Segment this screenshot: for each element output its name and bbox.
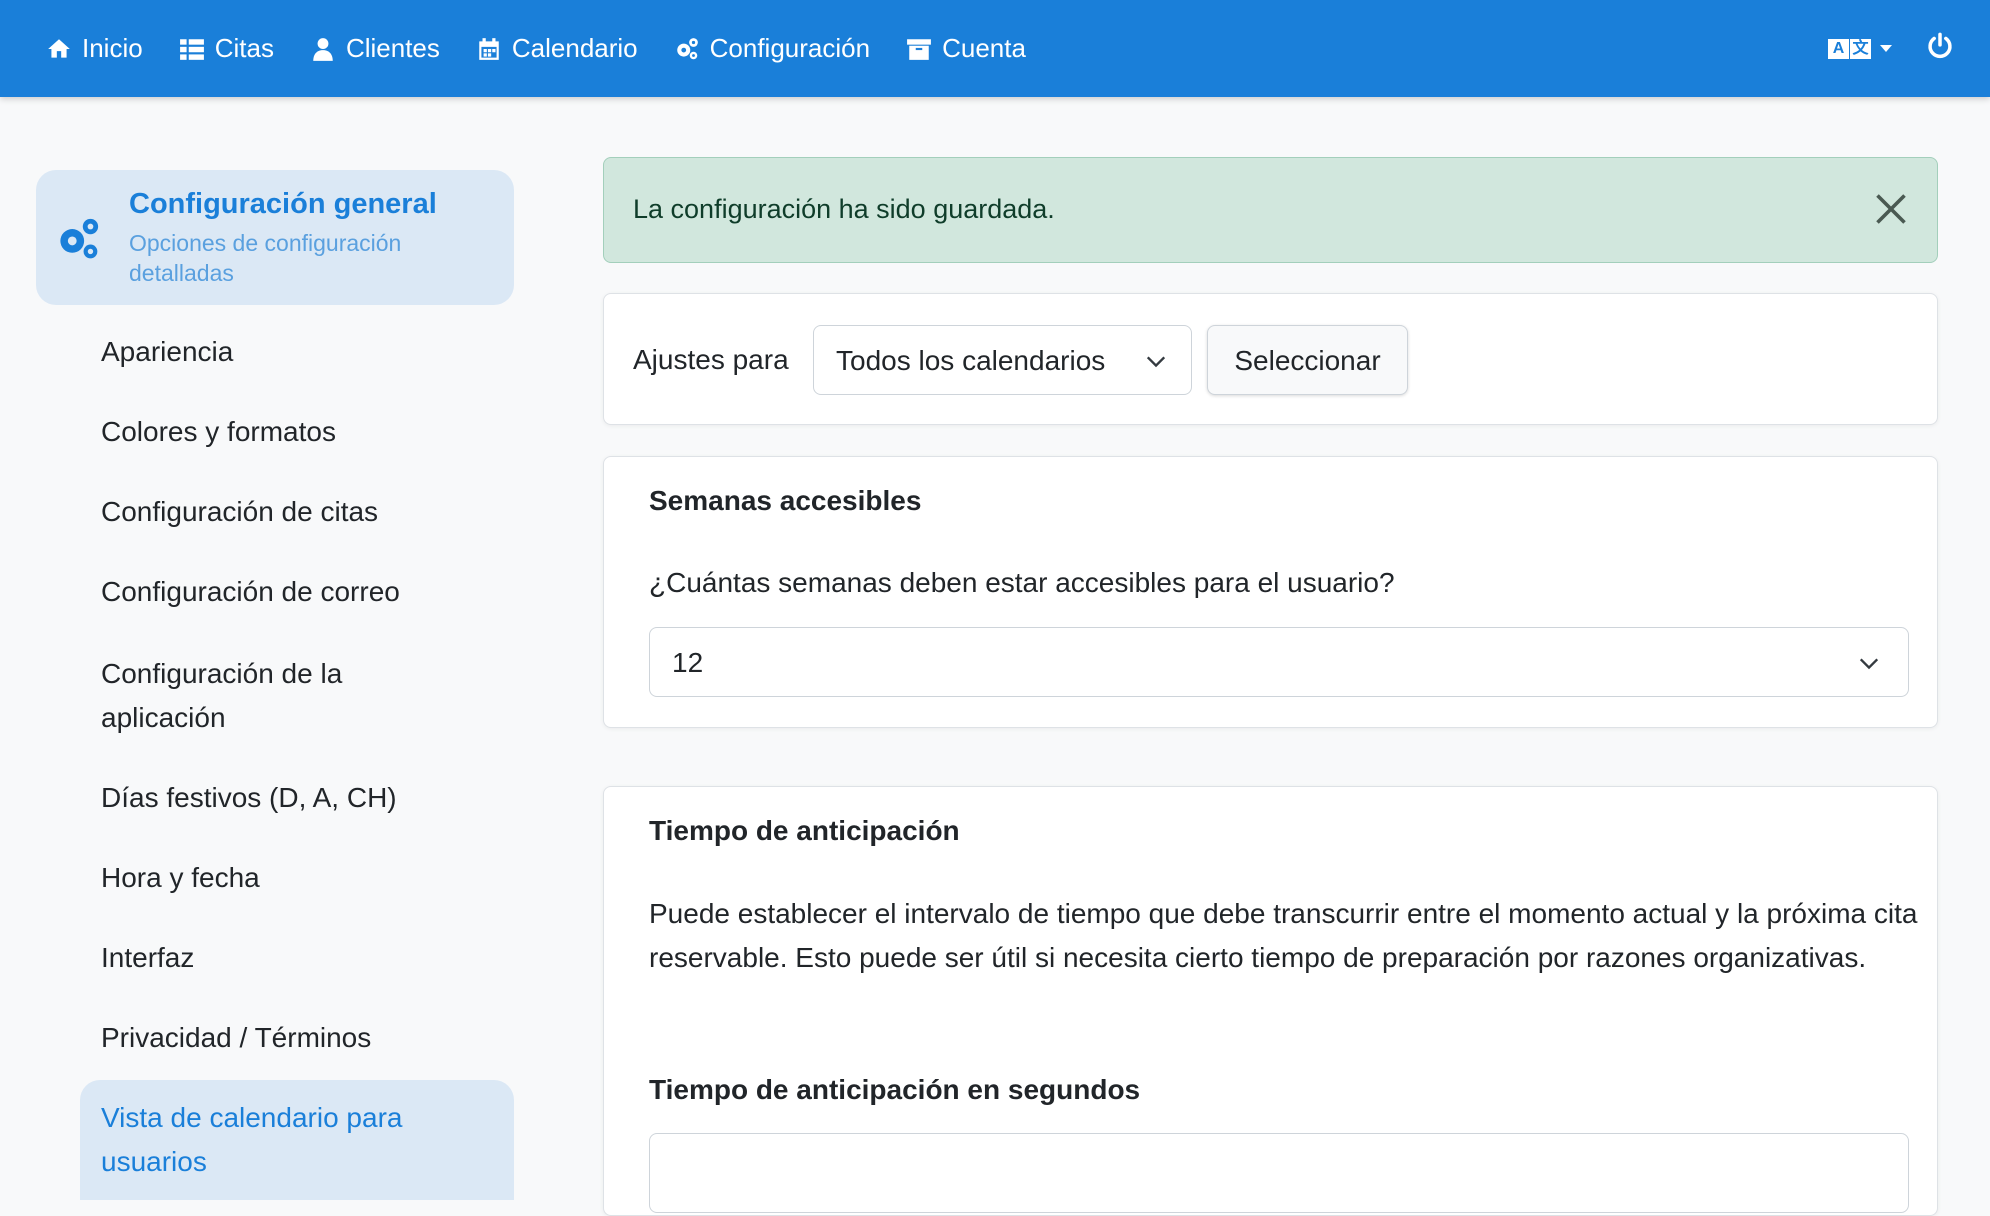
- nav-citas-label: Citas: [214, 33, 274, 63]
- nav-configuracion-label: Configuración: [709, 33, 871, 63]
- alert-message: La configuración ha sido guardada.: [633, 194, 1055, 224]
- sidebar-header: Configuración general Opciones de config…: [36, 170, 514, 305]
- calendar-select[interactable]: Todos los calendarios: [813, 325, 1192, 395]
- lead-time-field-label: Tiempo de anticipación en segundos: [649, 1074, 1141, 1105]
- weeks-select[interactable]: 12: [649, 627, 1909, 697]
- translate-icon-cjk: 文: [1850, 38, 1871, 59]
- calendar-select-value: Todos los calendarios: [836, 345, 1106, 376]
- sidebar-item-vista-calendario[interactable]: Vista de calendario para usuarios: [80, 1080, 514, 1200]
- select-button[interactable]: Seleccionar: [1207, 325, 1408, 395]
- nav-cuenta[interactable]: Cuenta: [906, 0, 1026, 97]
- chevron-down-icon: [1146, 356, 1166, 368]
- close-icon[interactable]: [1873, 191, 1909, 227]
- translate-icon-latin: A: [1828, 38, 1849, 59]
- nav-inicio-label: Inicio: [82, 33, 143, 63]
- lead-time-seconds-input[interactable]: [649, 1133, 1909, 1213]
- weeks-select-value: 12: [672, 647, 704, 678]
- nav-clientes-label: Clientes: [345, 33, 440, 63]
- success-alert: La configuración ha sido guardada.: [603, 157, 1938, 263]
- lead-time-title: Tiempo de anticipación: [649, 815, 960, 846]
- sidebar-item-privacidad[interactable]: Privacidad / Términos: [101, 1016, 371, 1060]
- sidebar-item-aplicacion[interactable]: Configuración de la aplicación: [101, 652, 401, 740]
- sidebar-subtitle: Opciones de configuración detalladas: [129, 230, 402, 286]
- sidebar-item-active-label: Vista de calendario para usuarios: [101, 1102, 403, 1177]
- accessible-weeks-title: Semanas accesibles: [649, 485, 922, 516]
- home-icon: [48, 38, 70, 58]
- user-icon: [313, 37, 333, 61]
- nav-inicio[interactable]: Inicio: [46, 0, 143, 97]
- navbar-right: A 文: [1828, 0, 1954, 97]
- top-navbar: Inicio Citas Clientes Calendario Configu…: [0, 0, 1990, 97]
- sidebar-item-apariencia[interactable]: Apariencia: [101, 330, 233, 374]
- sidebar-item-festivos[interactable]: Días festivos (D, A, CH): [101, 776, 397, 820]
- nav-calendario-label: Calendario: [511, 33, 638, 63]
- lead-time-card: Tiempo de anticipación Puede establecer …: [603, 786, 1938, 1216]
- select-button-label: Seleccionar: [1234, 345, 1381, 376]
- nav-clientes[interactable]: Clientes: [310, 0, 440, 97]
- caret-down-icon: [1880, 45, 1892, 52]
- nav-citas[interactable]: Citas: [179, 0, 274, 97]
- sidebar-item-citas[interactable]: Configuración de citas: [101, 490, 378, 534]
- logout-button[interactable]: [1926, 32, 1954, 65]
- lead-time-description: Puede establecer el intervalo de tiempo …: [649, 898, 1918, 973]
- nav-configuracion[interactable]: Configuración: [674, 0, 870, 97]
- accessible-weeks-card: Semanas accesibles ¿Cuántas semanas debe…: [603, 456, 1938, 728]
- archive-icon: [907, 38, 931, 60]
- settings-for-label: Ajustes para: [633, 344, 789, 375]
- nav-calendario[interactable]: Calendario: [476, 0, 638, 97]
- translate-icon: A 文: [1828, 38, 1871, 59]
- calendar-selector-card: Ajustes para Todos los calendarios Selec…: [603, 293, 1938, 425]
- accessible-weeks-question: ¿Cuántas semanas deben estar accesibles …: [649, 567, 1395, 598]
- sidebar-item-hora-fecha[interactable]: Hora y fecha: [101, 856, 260, 900]
- sidebar-title: Configuración general: [129, 188, 437, 220]
- gears-icon: [60, 218, 99, 259]
- calendar-icon: [479, 37, 499, 60]
- sidebar-item-interfaz[interactable]: Interfaz: [101, 936, 194, 980]
- sidebar-item-correo[interactable]: Configuración de correo: [101, 570, 400, 614]
- nav-cuenta-label: Cuenta: [942, 33, 1026, 63]
- sidebar-item-colores[interactable]: Colores y formatos: [101, 410, 336, 454]
- power-icon: [1928, 32, 1952, 59]
- gears-icon: [676, 37, 698, 59]
- language-dropdown[interactable]: A 文: [1828, 38, 1892, 59]
- list-icon: [179, 38, 204, 60]
- chevron-down-icon: [1859, 658, 1879, 670]
